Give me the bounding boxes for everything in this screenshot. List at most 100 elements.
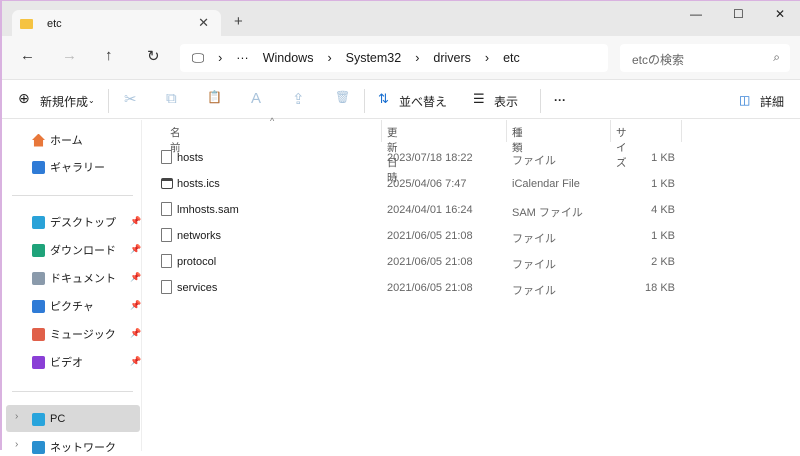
new-tab-button[interactable]: +	[234, 13, 243, 30]
file-icon	[161, 202, 172, 216]
tab-etc[interactable]: etc ✕	[12, 10, 221, 37]
pin-icon[interactable]: 📌	[130, 328, 141, 339]
forward-button[interactable]: →	[62, 47, 77, 64]
sidebar-item-pinned[interactable]: ピクチャ	[32, 297, 94, 315]
close-window-button[interactable]: ✕	[775, 7, 785, 21]
delete-button[interactable]: 🗑	[335, 90, 350, 104]
breadcrumb-separator[interactable]: ›	[485, 51, 489, 65]
maximize-button[interactable]: ☐	[733, 7, 744, 21]
expand-chevron-icon[interactable]: ›	[15, 439, 18, 450]
file-name: hosts	[177, 152, 204, 164]
expand-chevron-icon[interactable]: ›	[15, 411, 18, 422]
file-type: iCalendar File	[512, 178, 580, 190]
minimize-button[interactable]: —	[690, 7, 702, 21]
file-name: protocol	[177, 256, 217, 268]
breadcrumb-separator[interactable]: ›	[415, 51, 419, 65]
file-type: SAM ファイル	[512, 207, 583, 219]
more-button[interactable]: ···	[554, 93, 566, 107]
breadcrumb-separator[interactable]: ›	[218, 51, 222, 65]
file-date: 2025/04/06 7:47	[387, 178, 467, 190]
file-name: lmhosts.sam	[177, 204, 239, 216]
calendar-file-icon	[161, 178, 173, 189]
tab-title: etc	[47, 17, 62, 30]
cut-button[interactable]: ✂	[124, 90, 137, 108]
file-icon	[161, 228, 172, 242]
file-date: 2021/06/05 21:08	[387, 230, 473, 242]
details-pane-icon: ◫	[739, 93, 751, 107]
breadcrumb-system32[interactable]: System32	[346, 51, 402, 65]
view-button[interactable]: 表示	[494, 93, 518, 110]
rename-button[interactable]: A	[251, 90, 261, 107]
file-date: 2021/06/05 21:08	[387, 256, 473, 268]
address-bar[interactable]: 🖵 › ··· Windows › System32 › drivers › e…	[180, 44, 608, 72]
sidebar-item-gallery[interactable]: ギャラリー	[32, 158, 105, 176]
sidebar-item-pc-label[interactable]: PC	[32, 410, 65, 428]
folder-icon	[32, 327, 45, 341]
home-icon	[32, 133, 45, 147]
file-icon	[161, 280, 172, 294]
file-row[interactable]: networks 2021/06/05 21:08 ファイル 1 KB	[152, 224, 800, 250]
search-icon: ⌕	[773, 50, 780, 64]
copy-button[interactable]: ⧉	[166, 90, 177, 107]
up-button[interactable]: ↑	[105, 47, 113, 64]
folder-icon	[32, 215, 45, 229]
file-type: ファイル	[512, 285, 556, 297]
search-input[interactable]: etcの検索 ⌕	[620, 44, 790, 72]
paste-button[interactable]: 📋	[207, 90, 222, 104]
pin-icon[interactable]: 📌	[130, 356, 141, 367]
folder-icon	[32, 299, 45, 313]
share-button[interactable]: ⇪	[292, 90, 305, 108]
pin-icon[interactable]: 📌	[130, 300, 141, 311]
new-button[interactable]: 新規作成	[40, 93, 88, 110]
pin-icon[interactable]: 📌	[130, 216, 141, 227]
folder-icon	[32, 271, 45, 285]
navigation-pane: ホーム ギャラリー デスクトップ 📌 ダウンロード 📌 ドキュメント 📌 ピクチャ 📌 ミュージ…	[2, 120, 142, 454]
file-row[interactable]: hosts.ics 2025/04/06 7:47 iCalendar File…	[152, 172, 800, 198]
plus-icon: ⊕	[18, 90, 30, 106]
sidebar-item-pinned[interactable]: ビデオ	[32, 353, 83, 371]
sidebar-item-home[interactable]: ホーム	[32, 131, 83, 149]
sidebar-item-pinned[interactable]: デスクトップ	[32, 213, 116, 231]
file-name: services	[177, 282, 218, 294]
sort-icon: ⇅	[378, 91, 389, 106]
file-row[interactable]: services 2021/06/05 21:08 ファイル 18 KB	[152, 276, 800, 302]
file-row[interactable]: lmhosts.sam 2024/04/01 16:24 SAM ファイル 4 …	[152, 198, 800, 224]
breadcrumb-windows[interactable]: Windows	[263, 51, 314, 65]
breadcrumb-separator[interactable]: ›	[327, 51, 331, 65]
file-row[interactable]: hosts 2023/07/18 18:22 ファイル 1 KB	[152, 146, 800, 172]
search-placeholder: etcの検索	[632, 53, 685, 67]
file-size: 1 KB	[651, 230, 675, 242]
file-date: 2021/06/05 21:08	[387, 282, 473, 294]
breadcrumb-more[interactable]: ···	[236, 51, 249, 65]
title-bar: etc ✕ + — ☐ ✕	[2, 1, 800, 37]
sidebar-item-network[interactable]: ネットワーク	[32, 438, 116, 456]
file-size: 1 KB	[651, 178, 675, 190]
command-bar: ⊕ 新規作成 ⌄ ✂ ⧉ 📋 A ⇪ 🗑 ⇅ 並べ替え ☰ 表示 ··· ◫ 詳…	[2, 81, 800, 119]
sidebar-item-pinned[interactable]: ミュージック	[32, 325, 116, 343]
file-date: 2023/07/18 18:22	[387, 152, 473, 164]
file-row[interactable]: protocol 2021/06/05 21:08 ファイル 2 KB	[152, 250, 800, 276]
file-type: ファイル	[512, 233, 556, 245]
file-size: 1 KB	[651, 152, 675, 164]
pin-icon[interactable]: 📌	[130, 244, 141, 255]
sidebar-item-pinned[interactable]: ドキュメント	[32, 269, 116, 287]
sort-up-icon: ^	[270, 116, 275, 126]
sidebar-item-pinned[interactable]: ダウンロード	[32, 241, 116, 259]
breadcrumb-etc[interactable]: etc	[503, 51, 520, 65]
folder-icon	[32, 243, 45, 257]
pin-icon[interactable]: 📌	[130, 272, 141, 283]
back-button[interactable]: ←	[20, 47, 35, 64]
breadcrumb-drivers[interactable]: drivers	[433, 51, 471, 65]
view-icon: ☰	[473, 91, 485, 106]
refresh-button[interactable]: ↻	[147, 47, 160, 65]
file-icon	[161, 254, 172, 268]
sidebar-item-pc[interactable]	[6, 405, 140, 432]
file-size: 2 KB	[651, 256, 675, 268]
details-button[interactable]: 詳細	[760, 93, 784, 110]
sort-button[interactable]: 並べ替え	[399, 93, 447, 110]
file-date: 2024/04/01 16:24	[387, 204, 473, 216]
folder-icon	[32, 355, 45, 369]
tab-close-button[interactable]: ✕	[198, 15, 209, 31]
file-size: 18 KB	[645, 282, 675, 294]
pc-icon	[32, 412, 45, 426]
